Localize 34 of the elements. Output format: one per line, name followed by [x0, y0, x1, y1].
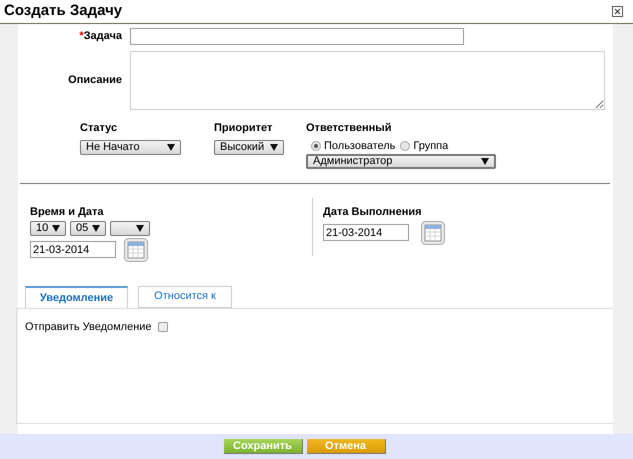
assignee-label: Ответственный [306, 121, 392, 136]
priority-label: Приоритет [214, 121, 274, 136]
second-select[interactable] [110, 220, 150, 236]
tab[interactable]: Относится к [138, 286, 232, 308]
start-label: Время и Дата [30, 205, 105, 220]
radio-button[interactable] [311, 140, 321, 151]
description-field[interactable] [130, 51, 605, 110]
start-date-field[interactable]: 21-03-2014 [30, 241, 116, 258]
assignee-select[interactable]: Администратор [306, 154, 496, 169]
minute-select[interactable]: 05 [70, 220, 106, 236]
due-date-field[interactable]: 21-03-2014 [323, 224, 409, 241]
status-label: Статус [80, 121, 118, 136]
caret-icon [52, 224, 60, 232]
tab[interactable]: Уведомление [25, 286, 128, 308]
radio-button[interactable] [400, 140, 410, 151]
hour-select[interactable]: 10 [30, 220, 66, 236]
task-input[interactable] [130, 28, 464, 45]
caret-icon [167, 144, 175, 150]
caret-icon [481, 158, 489, 165]
caret-icon [136, 224, 144, 232]
calendar-icon[interactable] [421, 220, 445, 244]
caret-icon [92, 224, 100, 232]
status-select[interactable]: Не Начато [80, 140, 181, 154]
task-label: *Задача [79, 30, 122, 42]
caret-icon [270, 144, 278, 150]
close-icon[interactable] [612, 6, 623, 17]
radio-label: Пользователь [324, 138, 396, 154]
notify-label: Отправить Уведомление [25, 320, 152, 334]
radio-label: Группа [413, 138, 448, 154]
window-title: Создать Задачу [4, 1, 122, 22]
description-label: Описание [68, 74, 122, 86]
priority-select[interactable]: Высокий [214, 140, 284, 154]
checkbox[interactable] [158, 322, 168, 332]
due-label: Дата Выполнения [323, 205, 423, 220]
